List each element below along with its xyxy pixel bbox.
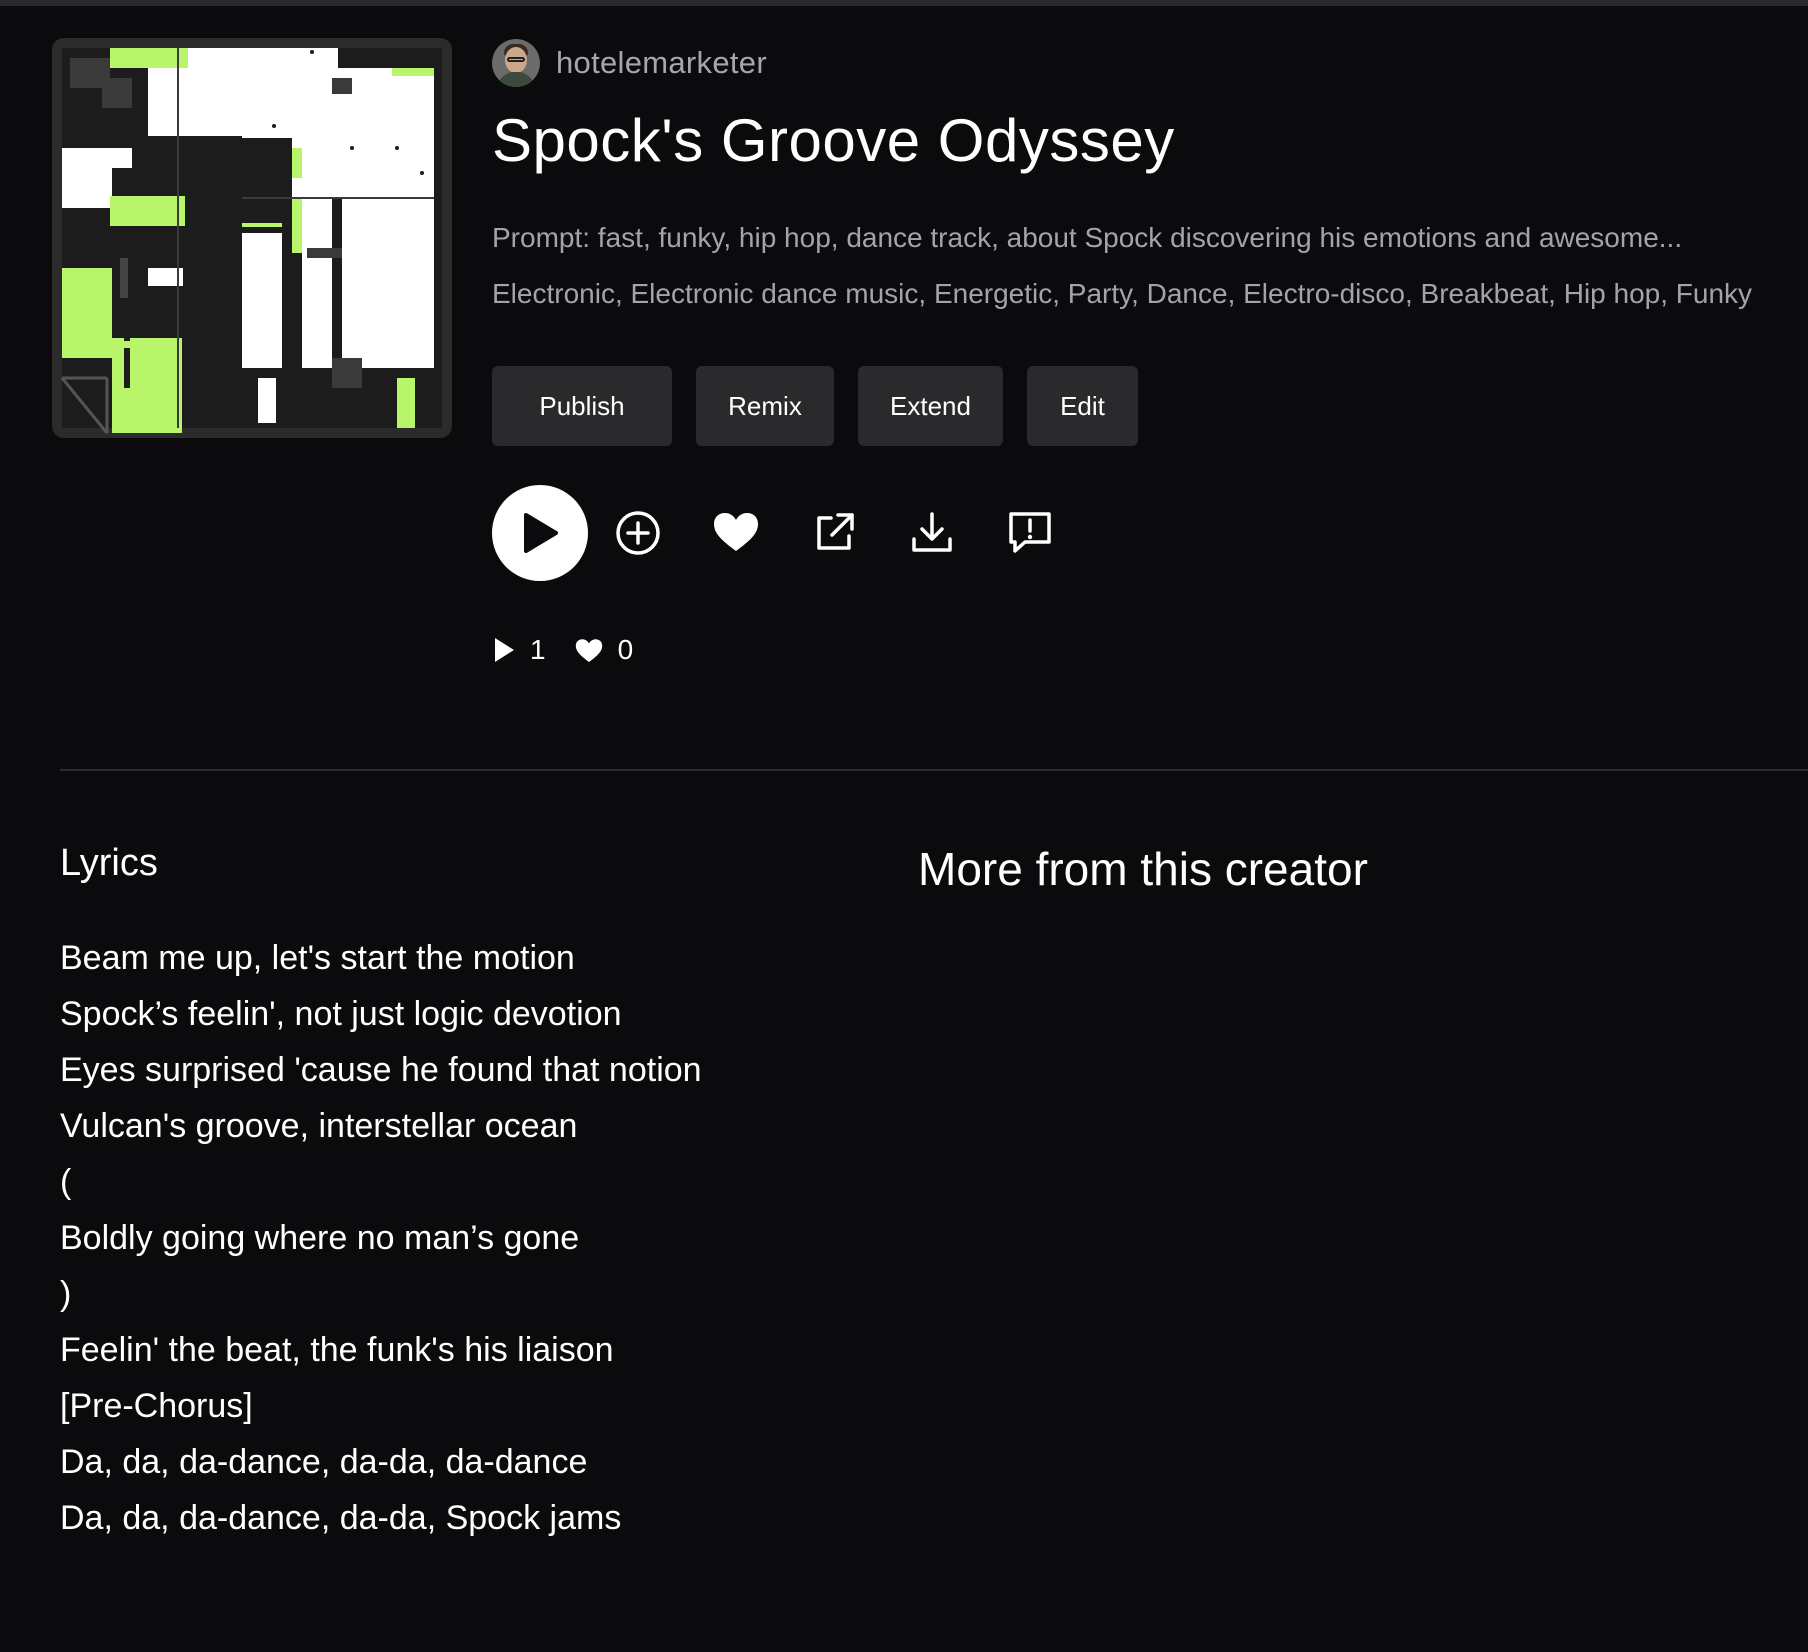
avatar[interactable] [492,39,540,87]
download-icon [912,512,952,552]
action-buttons: Publish Remix Extend Edit [492,366,1138,446]
add-circle-icon [616,511,660,555]
lyric-line: ( [60,1163,72,1201]
song-title: Spock's Groove Odyssey [492,107,1175,174]
section-divider [60,769,1808,771]
song-prompt: Prompt: fast, funky, hip hop, dance trac… [492,222,1683,253]
lyric-line: Feelin' the beat, the funk's his liaison [60,1331,614,1369]
report-button[interactable] [1002,505,1058,561]
play-icon [524,513,558,553]
publish-button[interactable]: Publish [492,366,672,446]
lyric-line: Boldly going where no man’s gone [60,1219,580,1257]
song-tags: Electronic, Electronic dance music, Ener… [492,278,1753,309]
lyric-line: Beam me up, let's start the motion [60,939,575,977]
play-count-icon [495,638,514,662]
player-controls [492,485,1100,581]
top-border [0,0,1808,6]
lyric-line: ) [60,1275,72,1313]
song-page: hotelemarketer Spock's Groove Odyssey Pr… [0,0,1808,1652]
lyric-line: [Pre-Chorus] [60,1387,253,1425]
download-button[interactable] [904,505,960,561]
play-count: 1 [492,634,546,666]
like-count-icon [575,639,602,662]
more-from-creator-heading: More from this creator [918,843,1368,895]
creator-row[interactable]: hotelemarketer [492,38,767,88]
add-to-playlist-button[interactable] [610,505,666,561]
lyrics-heading: Lyrics [60,842,158,884]
external-link-icon [817,513,854,550]
like-count: 0 [574,634,634,666]
lyric-line: Vulcan's groove, interstellar ocean [60,1107,578,1145]
like-count-value: 0 [617,634,634,665]
extend-button[interactable]: Extend [858,366,1003,446]
play-button[interactable] [492,485,588,581]
creator-username[interactable]: hotelemarketer [556,45,767,81]
lyric-line: Da, da, da-dance, da-da, da-dance [60,1443,588,1481]
edit-button[interactable]: Edit [1027,366,1138,446]
remix-button[interactable]: Remix [696,366,834,446]
play-count-value: 1 [530,634,546,665]
lyric-line: Eyes surprised 'cause he found that noti… [60,1051,702,1089]
lyrics-body: Beam me up, let's start the motion Spock… [60,930,860,1546]
like-button[interactable] [708,505,764,561]
cover-art-image [52,38,452,438]
share-button[interactable] [806,505,862,561]
song-stats: 1 0 [492,630,661,670]
lyric-line: Spock’s feelin', not just logic devotion [60,995,622,1033]
cover-art[interactable] [52,38,452,438]
lyric-line: Da, da, da-dance, da-da, Spock jams [60,1499,622,1537]
heart-icon [714,513,758,551]
report-icon [1009,512,1051,553]
